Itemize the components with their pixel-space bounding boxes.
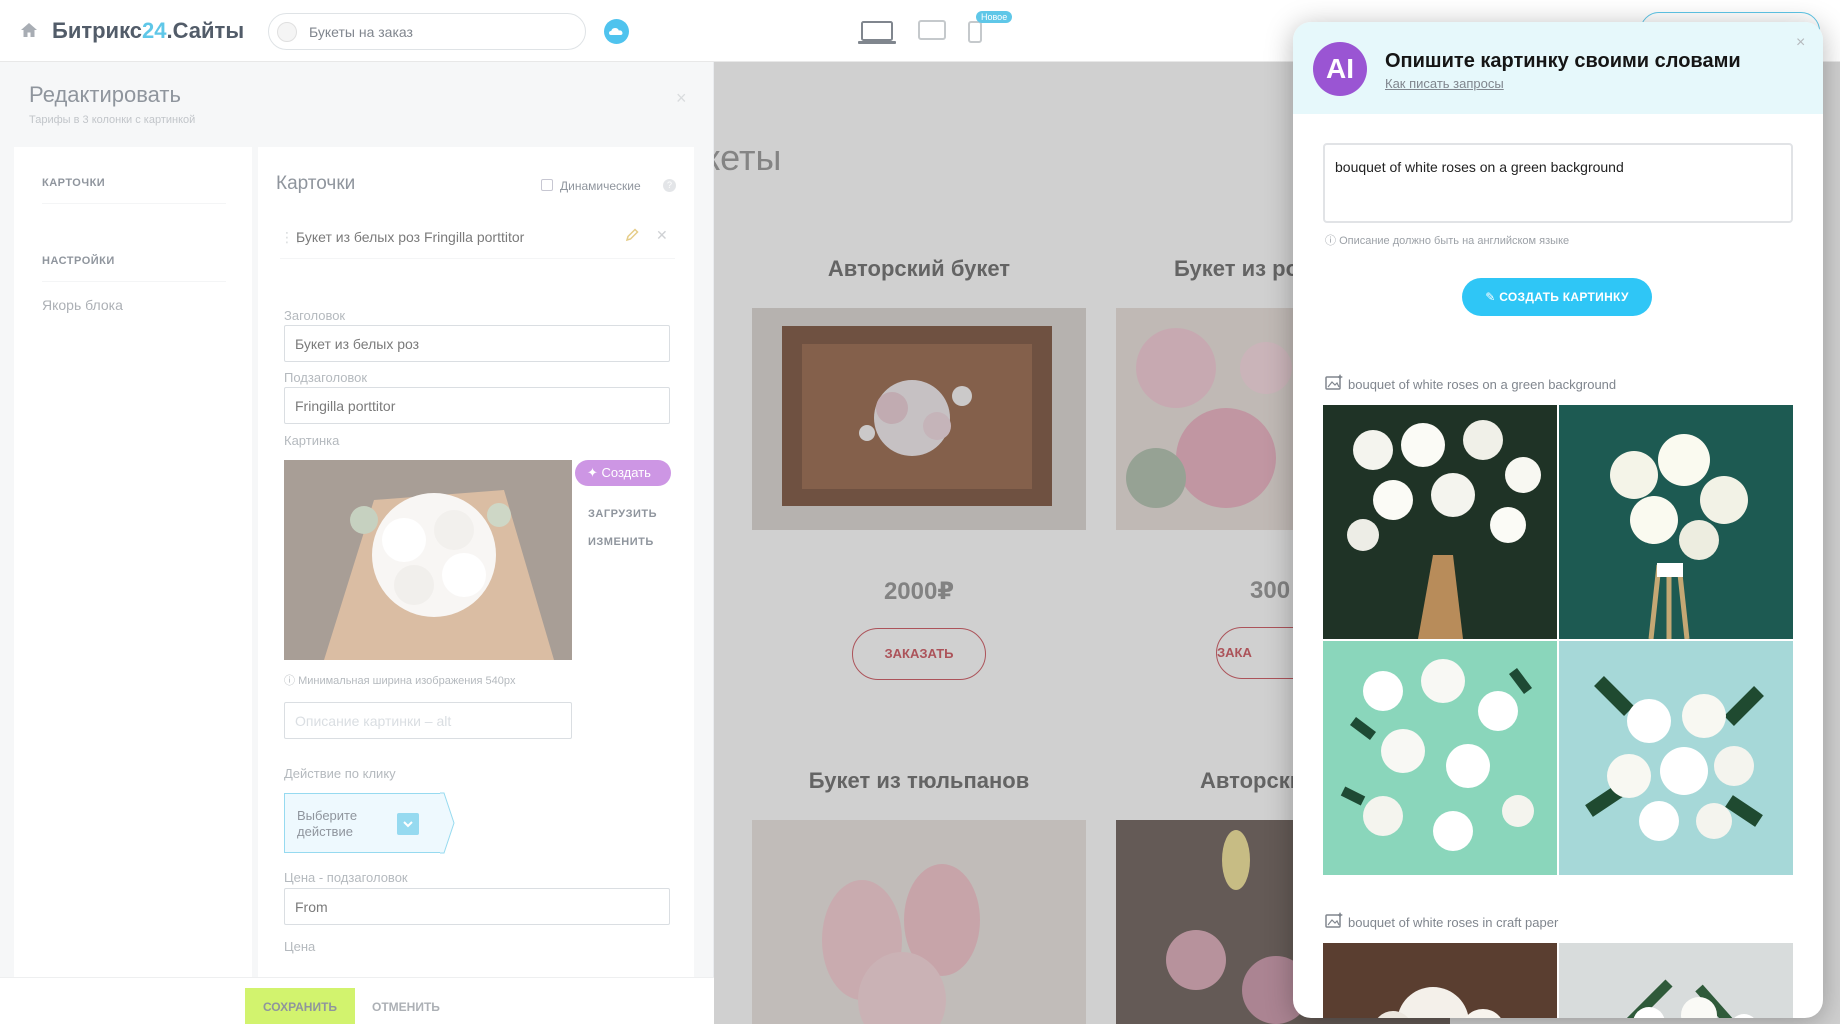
ai-logo-icon: AI (1313, 42, 1367, 96)
image-sparkle-icon (1325, 374, 1343, 390)
result-caption: bouquet of white roses on a green backgr… (1348, 377, 1617, 392)
generated-image[interactable] (1559, 641, 1793, 875)
ai-panel-title: Опишите картинку своими словами (1385, 50, 1741, 72)
prompt-textarea[interactable]: bouquet of white roses on a green backgr… (1323, 143, 1793, 223)
new-badge: Новое (976, 11, 1013, 23)
brand-logo[interactable]: Битрикс24.Сайты (52, 18, 244, 44)
ai-image-panel: AI Опишите картинку своими словами Как п… (1293, 22, 1823, 1018)
home-icon[interactable] (20, 22, 38, 38)
generated-images-grid (1323, 943, 1793, 1018)
tablet-view-icon[interactable] (918, 20, 946, 42)
generated-image[interactable] (1559, 405, 1793, 639)
info-icon: ⓘ (1325, 235, 1336, 247)
close-icon[interactable]: × (1796, 34, 1805, 52)
ai-panel-header: AI Опишите картинку своими словами Как п… (1293, 22, 1823, 114)
prompt-note: ⓘ Описание должно быть на английском язы… (1325, 232, 1569, 248)
how-to-write-link[interactable]: Как писать запросы (1385, 76, 1504, 91)
generated-image[interactable] (1323, 405, 1557, 639)
brand-num: 24 (142, 18, 167, 43)
editor-dim-overlay (0, 62, 714, 1024)
brand-suffix: .Сайты (166, 18, 245, 43)
site-name: Букеты на заказ (309, 24, 413, 40)
generated-image[interactable] (1323, 943, 1557, 1018)
globe-icon (277, 22, 297, 42)
prompt-note-text: Описание должно быть на английском языке (1339, 235, 1570, 247)
generated-image[interactable] (1323, 641, 1557, 875)
site-selector[interactable]: Букеты на заказ (268, 13, 586, 50)
desktop-view-icon[interactable] (858, 20, 896, 46)
brand-main: Битрикс (52, 18, 143, 43)
generated-image[interactable] (1559, 943, 1793, 1018)
image-sparkle-icon (1325, 912, 1343, 928)
generate-image-label: СОЗДАТЬ КАРТИНКУ (1499, 290, 1629, 304)
cloud-icon[interactable] (604, 19, 629, 44)
generate-image-button[interactable]: ✎ СОЗДАТЬ КАРТИНКУ (1462, 278, 1652, 316)
result-caption: bouquet of white roses in craft paper (1348, 915, 1559, 930)
generated-images-grid (1323, 405, 1793, 877)
pen-icon: ✎ (1485, 290, 1496, 304)
